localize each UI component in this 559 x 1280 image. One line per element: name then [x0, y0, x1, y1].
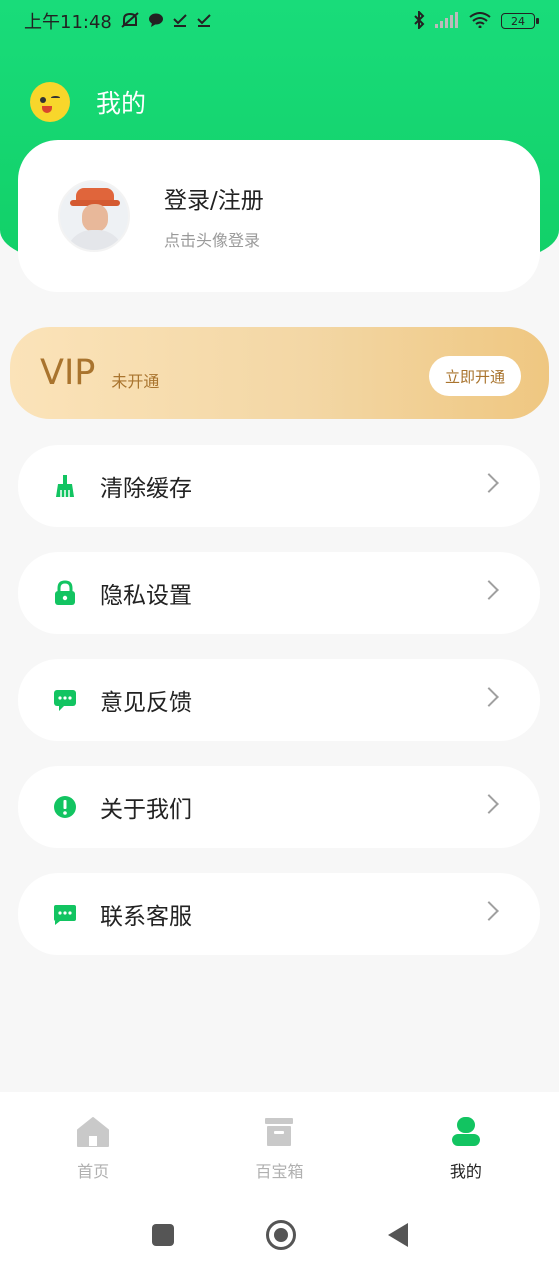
- menu-item-label: 关于我们: [100, 797, 192, 823]
- info-circle-icon: [52, 794, 78, 820]
- tab-home[interactable]: 首页: [0, 1092, 186, 1190]
- battery-icon: 24: [501, 13, 539, 29]
- menu-item-label: 隐私设置: [100, 583, 192, 609]
- system-navigation-bar: [0, 1190, 559, 1280]
- vip-label: VIP: [40, 353, 96, 393]
- home-button[interactable]: [265, 1220, 296, 1250]
- status-bar: 上午11:48 24: [0, 0, 559, 42]
- menu-item-label: 清除缓存: [100, 476, 192, 502]
- vip-activate-button[interactable]: 立即开通: [429, 356, 521, 396]
- login-hint: 点击头像登录: [164, 231, 261, 250]
- vip-card[interactable]: VIP 未开通 立即开通: [10, 327, 549, 419]
- home-icon: [76, 1116, 110, 1152]
- menu-item-about-us[interactable]: 关于我们: [18, 766, 540, 848]
- chevron-right-icon: [479, 473, 499, 493]
- menu-item-label: 联系客服: [100, 904, 192, 930]
- tab-toolbox[interactable]: 百宝箱: [186, 1092, 372, 1190]
- page-title: 我的: [96, 89, 147, 118]
- tab-label: 百宝箱: [255, 1162, 304, 1181]
- menu-item-label: 意见反馈: [100, 690, 192, 716]
- bottom-nav: 首页 百宝箱 我的: [0, 1092, 559, 1190]
- menu-item-clear-cache[interactable]: 清除缓存: [18, 445, 540, 527]
- login-register-link[interactable]: 登录/注册: [164, 181, 264, 215]
- box-icon: [262, 1116, 296, 1152]
- smiley-face-icon: [30, 82, 70, 122]
- user-icon: [449, 1116, 483, 1152]
- menu-item-privacy-settings[interactable]: 隐私设置: [18, 552, 540, 634]
- wifi-icon: [469, 11, 491, 31]
- bluetooth-icon: [413, 9, 425, 32]
- download-done-icon: [196, 12, 212, 31]
- header: 我的: [30, 82, 146, 122]
- chevron-right-icon: [479, 687, 499, 707]
- vip-status: 未开通: [111, 372, 160, 391]
- chat-bubble-icon: [52, 687, 78, 713]
- tab-label: 我的: [449, 1162, 482, 1181]
- download-done-icon: [172, 12, 188, 31]
- message-icon: [52, 901, 78, 927]
- chevron-right-icon: [479, 580, 499, 600]
- chevron-right-icon: [479, 794, 499, 814]
- chat-notification-icon: [148, 12, 164, 31]
- signal-icon: [435, 11, 459, 31]
- status-time: 上午11:48: [24, 12, 112, 33]
- menu-item-contact-support[interactable]: 联系客服: [18, 873, 540, 955]
- chevron-right-icon: [479, 901, 499, 921]
- tab-label: 首页: [77, 1162, 110, 1181]
- back-button[interactable]: [387, 1223, 408, 1247]
- mute-icon: [120, 11, 140, 32]
- broom-icon: [52, 473, 78, 499]
- tab-mine[interactable]: 我的: [373, 1092, 559, 1190]
- avatar[interactable]: [58, 180, 130, 252]
- menu-item-feedback[interactable]: 意见反馈: [18, 659, 540, 741]
- recent-apps-button[interactable]: [151, 1224, 174, 1246]
- lock-icon: [52, 580, 78, 606]
- profile-card[interactable]: 登录/注册 点击头像登录: [18, 140, 540, 292]
